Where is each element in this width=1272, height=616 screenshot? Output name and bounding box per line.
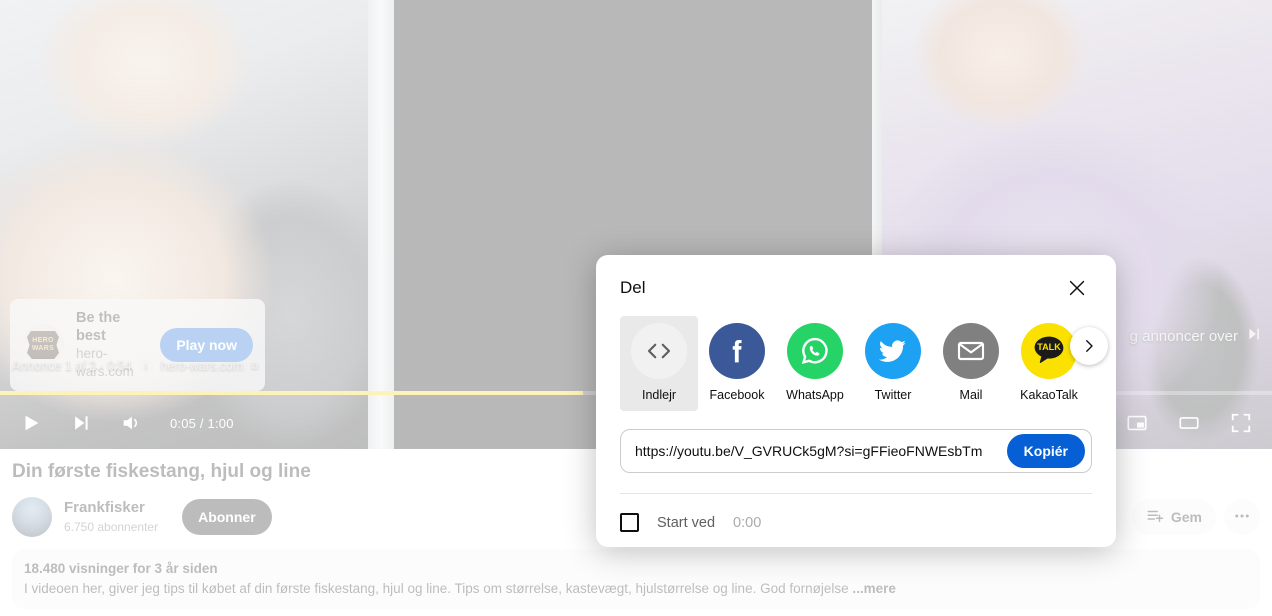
copy-button[interactable]: Kopiér bbox=[1006, 434, 1085, 468]
dialog-header: Del bbox=[620, 273, 1092, 303]
mail-icon bbox=[943, 323, 999, 379]
close-icon[interactable] bbox=[1062, 273, 1092, 303]
start-at-time[interactable]: 0:00 bbox=[733, 515, 761, 531]
share-target-label: Twitter bbox=[874, 388, 912, 402]
share-target-label: Facebook bbox=[709, 388, 765, 402]
facebook-icon bbox=[709, 323, 765, 379]
share-dialog: Del Indlejr Facebook WhatsApp Twitter Mail TA… bbox=[596, 255, 1116, 547]
dialog-divider bbox=[620, 493, 1092, 494]
whatsapp-icon bbox=[787, 323, 843, 379]
start-at-row: Start ved 0:00 bbox=[620, 513, 1092, 532]
share-target-label: WhatsApp bbox=[786, 388, 844, 402]
start-at-checkbox[interactable] bbox=[620, 513, 639, 532]
share-url-input[interactable]: https://youtu.be/V_GVRUCk5gM?si=gFFieoFN… bbox=[635, 443, 1007, 459]
share-target-label: Mail bbox=[959, 388, 983, 402]
chevron-right-icon[interactable] bbox=[1070, 327, 1108, 365]
dialog-title: Del bbox=[620, 278, 646, 297]
kakaotalk-icon: TALK bbox=[1021, 323, 1077, 379]
share-target-whatsapp[interactable]: WhatsApp bbox=[776, 316, 854, 411]
share-target-label: Indlejr bbox=[641, 388, 677, 402]
youtube-watch-page: HERO WARS Be the best hero-wars.com Play… bbox=[0, 0, 1272, 616]
share-target-indlejr[interactable]: Indlejr bbox=[620, 316, 698, 411]
share-target-facebook[interactable]: Facebook bbox=[698, 316, 776, 411]
svg-text:TALK: TALK bbox=[1037, 342, 1061, 352]
embed-code-icon bbox=[631, 323, 687, 379]
share-target-mail[interactable]: Mail bbox=[932, 316, 1010, 411]
twitter-icon bbox=[865, 323, 921, 379]
start-at-label: Start ved bbox=[657, 514, 716, 531]
share-link-row[interactable]: https://youtu.be/V_GVRUCk5gM?si=gFFieoFN… bbox=[620, 429, 1092, 473]
share-target-twitter[interactable]: Twitter bbox=[854, 316, 932, 411]
share-targets-row: Indlejr Facebook WhatsApp Twitter Mail TALK Ka… bbox=[620, 316, 1108, 411]
share-target-label: KakaoTalk bbox=[1020, 388, 1078, 402]
